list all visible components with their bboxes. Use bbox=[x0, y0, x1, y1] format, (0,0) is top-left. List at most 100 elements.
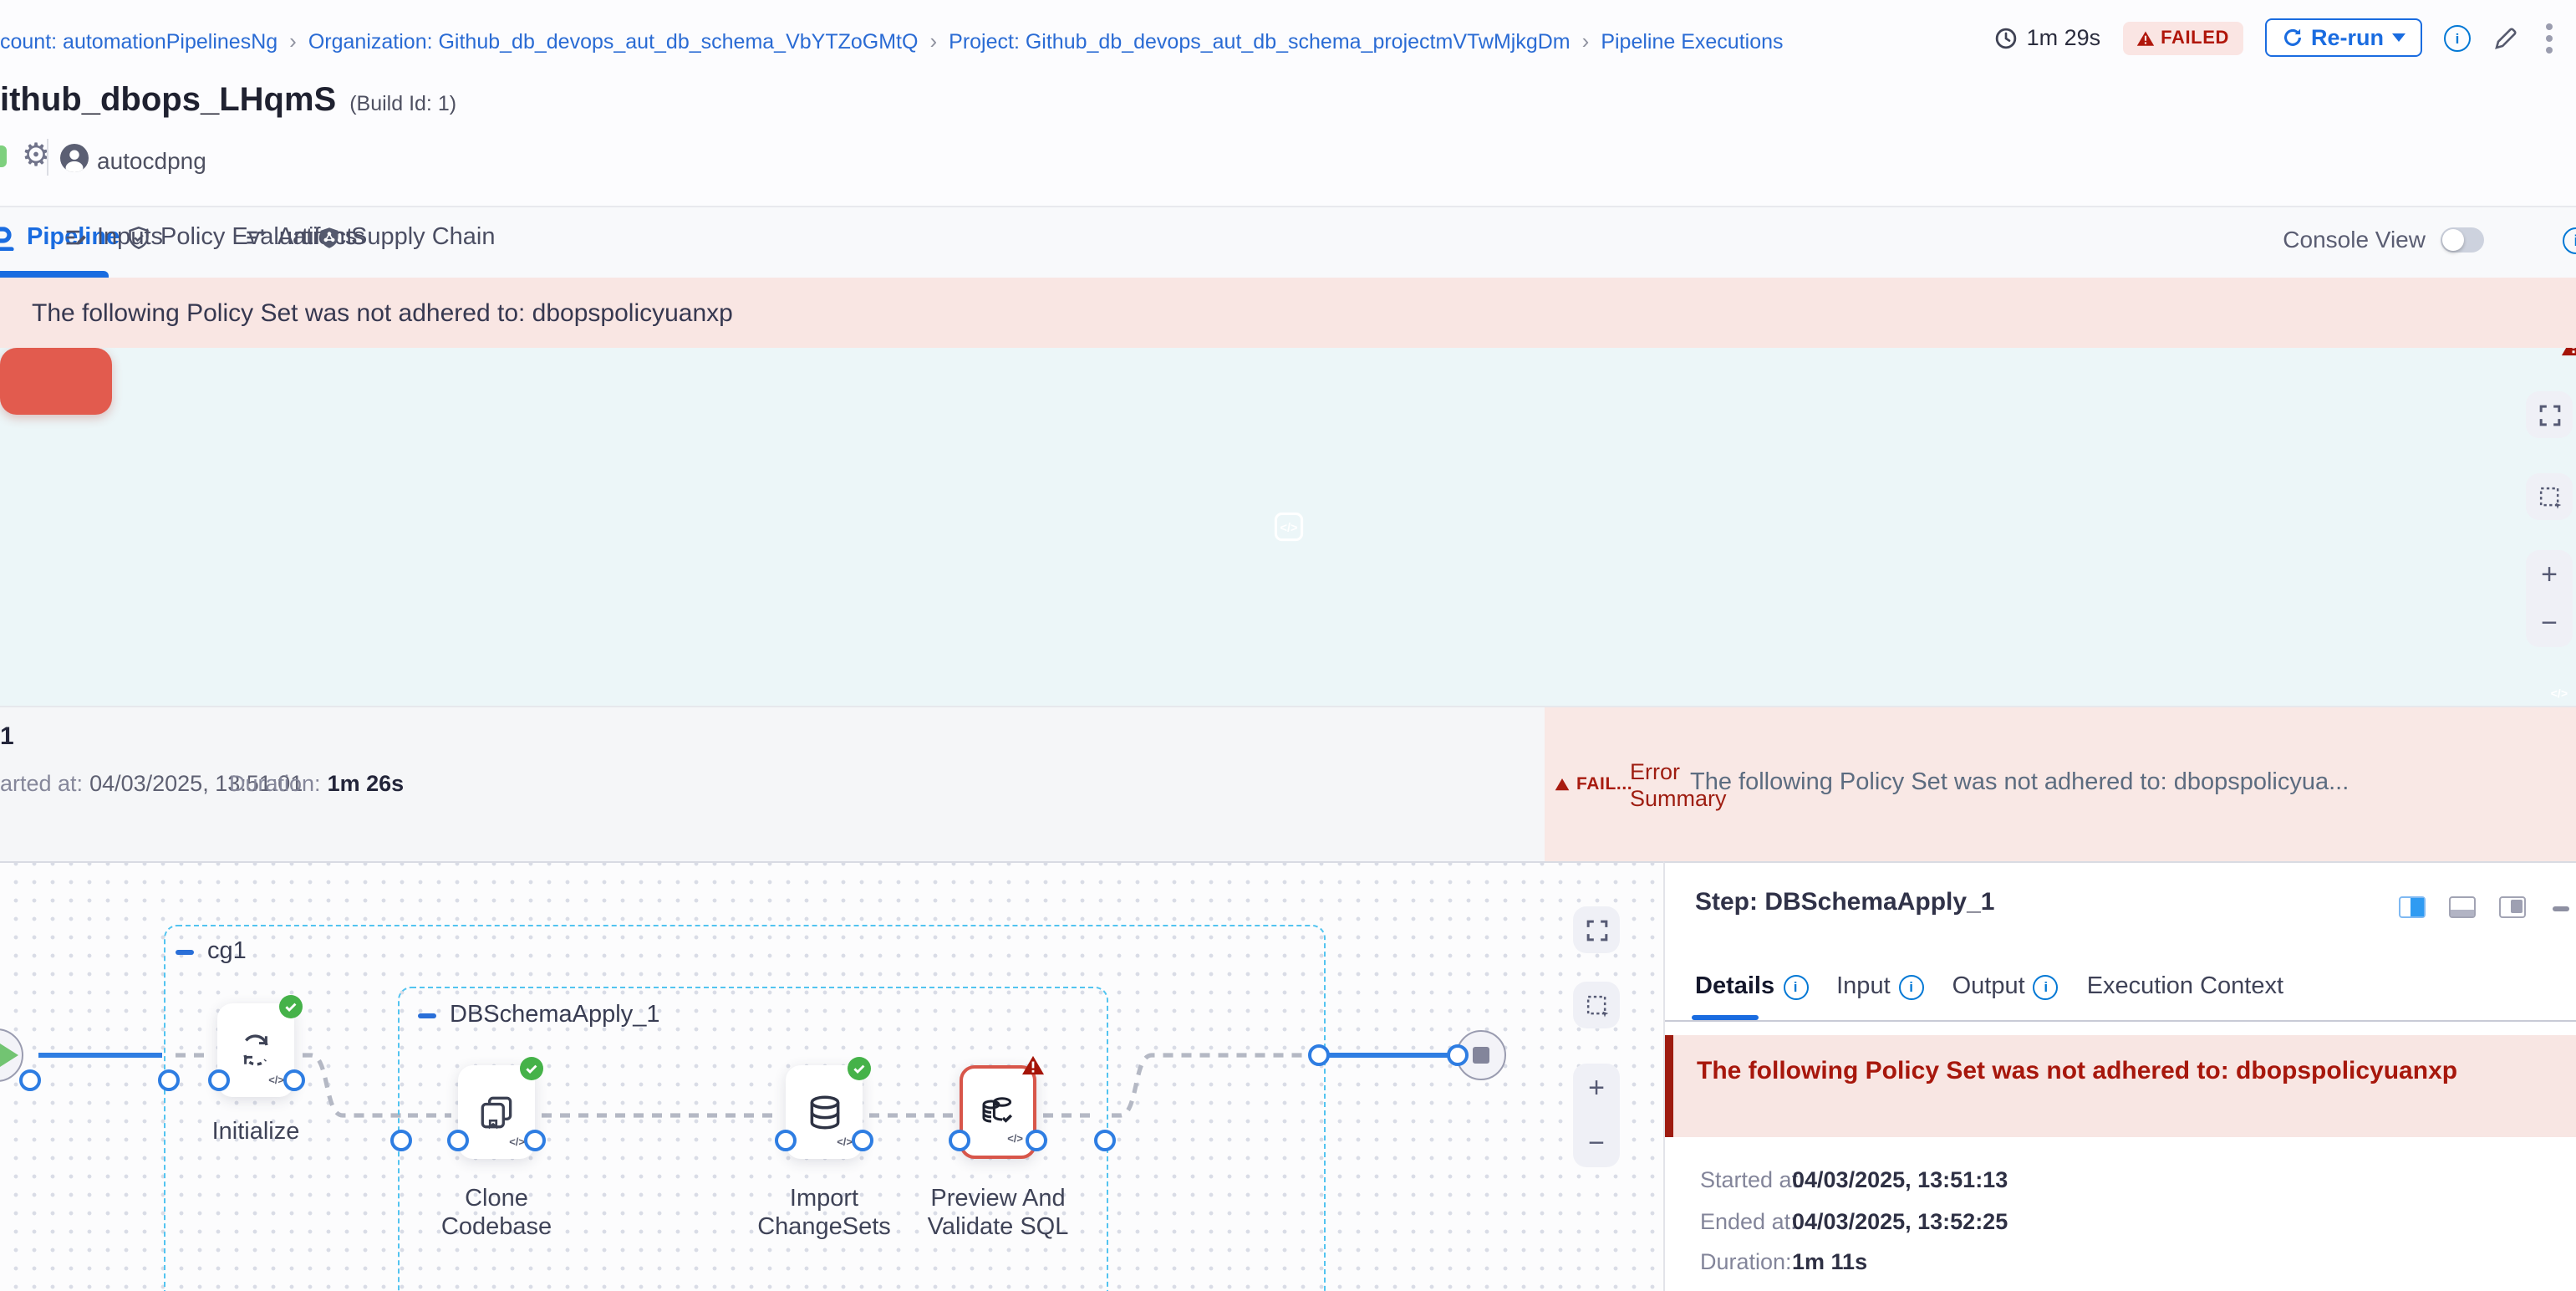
connector-dot bbox=[852, 1130, 873, 1151]
code-icon: </> bbox=[837, 1137, 853, 1149]
avatar bbox=[60, 144, 89, 172]
tab-details[interactable]: Detailsi bbox=[1695, 973, 1808, 1000]
code-icon: </> bbox=[2551, 689, 2568, 701]
zoom-in-button[interactable]: + bbox=[1588, 1074, 1605, 1102]
pipeline-execution-page: count: automationPipelinesNg › Organizat… bbox=[0, 0, 2576, 1291]
edit-pencil-icon[interactable] bbox=[2492, 23, 2521, 52]
tag-badge bbox=[0, 145, 7, 167]
connector-dot bbox=[19, 1069, 41, 1091]
stage-status-bar: 1 arted at:04/03/2025, 13:51:01 Duration… bbox=[0, 706, 2576, 861]
breadcrumb: count: automationPipelinesNg › Organizat… bbox=[0, 28, 1784, 54]
collapse-group-icon[interactable] bbox=[176, 950, 194, 955]
zoom-out-button[interactable]: − bbox=[1588, 1129, 1605, 1157]
success-check-icon bbox=[520, 1057, 543, 1080]
supply-chain-shield-icon bbox=[318, 225, 341, 250]
collapse-group-icon[interactable] bbox=[418, 1013, 436, 1018]
trigger-user: autocdpng bbox=[97, 147, 206, 174]
gear-icon[interactable]: ⚙ bbox=[22, 140, 50, 172]
info-icon[interactable]: i bbox=[2444, 24, 2471, 51]
duration-label: Duration: bbox=[229, 771, 321, 796]
layout-right-split-icon[interactable] bbox=[2399, 896, 2426, 918]
stage-node-cs1-failed[interactable]: </> </> bbox=[0, 348, 112, 415]
zoom-controls: + − bbox=[2526, 550, 2573, 647]
zoom-controls: + − bbox=[1573, 1064, 1620, 1167]
rerun-button[interactable]: Re-run bbox=[2264, 18, 2422, 57]
step-label-initialize: Initialize bbox=[155, 1119, 356, 1147]
marquee-select-button[interactable] bbox=[2526, 473, 2573, 520]
zoom-in-button[interactable]: + bbox=[2541, 560, 2558, 589]
database-icon bbox=[803, 1091, 845, 1133]
info-icon[interactable]: i bbox=[1783, 974, 1808, 999]
tab-output[interactable]: Outputi bbox=[1952, 973, 2059, 1000]
step-label-clone-codebase: CloneCodebase bbox=[396, 1186, 597, 1243]
pipeline-icon bbox=[0, 224, 17, 251]
warning-icon bbox=[2136, 29, 2154, 46]
step-node-import-changesets[interactable]: </> bbox=[786, 1065, 863, 1159]
breadcrumb-account[interactable]: count: automationPipelinesNg bbox=[0, 29, 277, 53]
failed-warning-icon bbox=[2561, 348, 2576, 356]
step-graph-canvas[interactable]: cg1 DBSchemaApply_1 </> Initialize bbox=[0, 861, 1663, 1291]
connector-dot bbox=[1308, 1044, 1330, 1066]
success-check-icon bbox=[279, 995, 303, 1018]
info-icon[interactable]: i bbox=[2563, 227, 2576, 254]
tab-execution-context[interactable]: Execution Context bbox=[2087, 973, 2283, 1000]
warning-icon bbox=[1555, 778, 1570, 791]
connector-dot bbox=[447, 1130, 469, 1151]
step-title: Step: DBSchemaApply_1 bbox=[1695, 888, 1994, 916]
fail-badge: FAIL... bbox=[1555, 774, 1632, 794]
started-at-label: arted at: bbox=[0, 771, 83, 796]
chevron-down-icon bbox=[2392, 33, 2405, 42]
active-tab-underline bbox=[0, 271, 109, 278]
status-badge: FAILED bbox=[2122, 21, 2243, 54]
clone-codebase-icon bbox=[476, 1091, 517, 1133]
panel-tabs: Detailsi Inputi Outputi Execution Contex… bbox=[1695, 973, 2283, 1000]
step-node-preview-validate-sql[interactable]: </> bbox=[960, 1065, 1036, 1159]
success-check-icon bbox=[848, 1057, 871, 1080]
info-icon[interactable]: i bbox=[1899, 974, 1924, 999]
info-icon[interactable]: i bbox=[2034, 974, 2059, 999]
stop-icon bbox=[1473, 1047, 1489, 1064]
zoom-out-button[interactable]: − bbox=[2541, 609, 2558, 637]
layout-float-icon[interactable] bbox=[2499, 896, 2526, 918]
stage-name: 1 bbox=[0, 722, 14, 751]
list-plus-icon bbox=[244, 226, 267, 249]
inputs-icon bbox=[64, 226, 87, 249]
more-options-icon[interactable] bbox=[2543, 19, 2556, 56]
play-icon bbox=[0, 1044, 18, 1067]
connector-dot bbox=[390, 1130, 412, 1151]
shield-check-icon bbox=[127, 225, 150, 250]
step-details-panel: Step: DBSchemaApply_1 Detailsi Inputi Ou… bbox=[1663, 861, 2576, 1291]
connector-dot bbox=[1094, 1130, 1116, 1151]
connector-dot bbox=[283, 1069, 305, 1091]
breadcrumb-pipeline-executions[interactable]: Pipeline Executions bbox=[1601, 29, 1783, 53]
stage-graph-canvas[interactable]: </> </> cs1 + − bbox=[0, 348, 2576, 706]
minimize-panel-icon[interactable] bbox=[2553, 906, 2569, 911]
layout-bottom-icon[interactable] bbox=[2449, 896, 2476, 918]
custom-stage-icon: </> bbox=[1270, 508, 1306, 545]
policy-violation-banner: The following Policy Set was not adhered… bbox=[0, 278, 2576, 348]
fullscreen-button[interactable] bbox=[2526, 391, 2573, 438]
detail-started-at: Started at:04/03/2025, 13:51:13 bbox=[1700, 1167, 1805, 1192]
detail-duration: Duration:1m 11s bbox=[1700, 1249, 1792, 1274]
breadcrumb-organization[interactable]: Organization: Github_db_devops_aut_db_sc… bbox=[308, 29, 919, 53]
fullscreen-button[interactable] bbox=[1573, 906, 1620, 953]
code-icon: </> bbox=[1007, 1134, 1023, 1146]
console-view-toggle[interactable] bbox=[2441, 227, 2484, 252]
divider bbox=[47, 139, 48, 176]
tab-input[interactable]: Inputi bbox=[1836, 973, 1924, 1000]
step-node-clone-codebase[interactable]: </> bbox=[458, 1065, 535, 1159]
step-label-preview-validate-sql: Preview AndValidate SQL bbox=[898, 1186, 1098, 1243]
step-label-import-changesets: ImportChangeSets bbox=[724, 1186, 924, 1243]
connector-dot bbox=[949, 1130, 970, 1151]
svg-text:</>: </> bbox=[1279, 522, 1296, 535]
code-icon: </> bbox=[509, 1137, 525, 1149]
elapsed-time: 1m 29s bbox=[1995, 25, 2101, 50]
policy-alert: The following Policy Set was not adhered… bbox=[1665, 1035, 2576, 1137]
group-label-dbschemaapply: DBSchemaApply_1 bbox=[450, 1002, 660, 1028]
refresh-icon bbox=[2281, 27, 2303, 48]
breadcrumb-project[interactable]: Project: Github_db_devops_aut_db_schema_… bbox=[949, 29, 1570, 53]
marquee-select-button[interactable] bbox=[1573, 982, 1620, 1028]
tab-supply-chain[interactable]: Supply Chain bbox=[318, 224, 496, 251]
chevron-right-icon: › bbox=[929, 28, 937, 54]
error-summary-strip: FAIL... Error Summary The following Poli… bbox=[1545, 707, 2576, 861]
